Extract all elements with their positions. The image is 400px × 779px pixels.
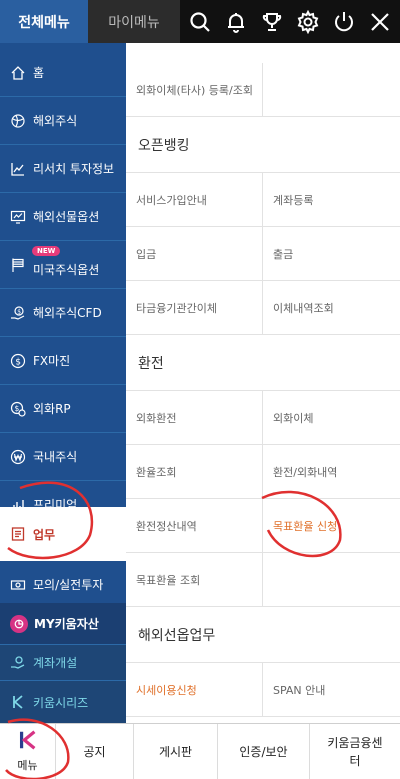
- close-icon[interactable]: [365, 7, 395, 37]
- sidebar-item-label: MY키움자산: [34, 617, 99, 631]
- won-circle-icon: [10, 449, 26, 465]
- money-icon: [10, 577, 26, 593]
- sidebar-item-label: 국내주식: [33, 450, 78, 464]
- nav-board[interactable]: 게시판: [134, 724, 218, 779]
- sidebar-item-work[interactable]: 업무: [0, 507, 126, 561]
- sidebar-item-my-assets[interactable]: MY키움자산: [0, 603, 126, 645]
- sidebar-item-label: 해외선물옵션: [33, 210, 100, 224]
- menu-empty-cell: [263, 553, 400, 606]
- dollar-circle-icon: $: [10, 353, 26, 369]
- bell-icon[interactable]: [221, 7, 251, 37]
- menu-withdraw[interactable]: 출금: [263, 227, 400, 280]
- sidebar-item-label: 모의/실전투자: [33, 578, 104, 592]
- sidebar-item-label: 미국주식옵션: [33, 263, 100, 277]
- menu-exchange-settlement[interactable]: 환전정산내역: [126, 499, 263, 552]
- menu-button[interactable]: 메뉴: [0, 724, 56, 779]
- nav-financial-center[interactable]: 키움금융센터: [310, 724, 400, 779]
- nav-auth-security[interactable]: 인증/보안: [218, 724, 310, 779]
- chart-line-icon: [10, 161, 26, 177]
- tab-my-menu[interactable]: 마이메뉴: [88, 0, 180, 43]
- sidebar-item-research[interactable]: 리서치 투자정보: [0, 145, 126, 193]
- menu-interbank-transfer[interactable]: 타금융기관간이체: [126, 281, 263, 334]
- menu-transfer-history[interactable]: 이체내역조회: [263, 281, 400, 334]
- sidebar-item-cfd[interactable]: $ 해외주식CFD: [0, 289, 126, 337]
- menu-target-rate-apply[interactable]: 목표환율 신청: [263, 499, 400, 552]
- menu-rate-inquiry[interactable]: 환율조회: [126, 445, 263, 498]
- menu-quote-subscription[interactable]: 시세이용신청: [126, 663, 263, 716]
- pie-icon: [10, 614, 28, 633]
- menu-span-guide[interactable]: SPAN 안내: [263, 663, 400, 716]
- top-bar: 전체메뉴 마이메뉴: [0, 0, 400, 43]
- table-row: 입금 출금: [126, 227, 400, 281]
- menu-deposit[interactable]: 입금: [126, 227, 263, 280]
- table-row: 서비스가입안내 계좌등록: [126, 173, 400, 227]
- table-row: 외화환전 외화이체: [126, 391, 400, 445]
- menu-foreign-transfer-register[interactable]: 외화이체(타사) 등록/조회: [126, 63, 263, 116]
- menu-target-rate-inquiry[interactable]: 목표환율 조회: [126, 553, 263, 606]
- sidebar-item-label: 외화RP: [33, 402, 71, 416]
- table-row: 시세이용신청 SPAN 안내: [126, 663, 400, 717]
- menu-exchange-history[interactable]: 환전/외화내역: [263, 445, 400, 498]
- sidebar-item-kiwoom-series[interactable]: 키움시리즈: [0, 681, 126, 723]
- menu-currency-exchange[interactable]: 외화환전: [126, 391, 263, 444]
- monitor-chart-icon: [10, 209, 26, 225]
- document-icon: [10, 526, 26, 542]
- kiwoom-logo-icon: [17, 729, 39, 757]
- sidebar: 홈 해외주식 리서치 투자정보 해외선물옵션 NEW 미국주식옵션 $ 해외주식…: [0, 43, 126, 723]
- sidebar-item-domestic-stock[interactable]: 국내주식: [0, 433, 126, 481]
- sidebar-item-label: 리서치 투자정보: [33, 162, 115, 176]
- sidebar-item-fx-margin[interactable]: $ FX마진: [0, 337, 126, 385]
- globe-icon: [10, 113, 26, 129]
- table-row: 외화이체(타사) 등록/조회: [126, 63, 400, 117]
- menu-content: 외화이체(타사) 등록/조회 오픈뱅킹 서비스가입안내 계좌등록 입금 출금 타…: [126, 43, 400, 723]
- sidebar-item-label: 해외주식CFD: [33, 306, 102, 320]
- k-icon: [10, 694, 26, 710]
- top-icons: [180, 0, 400, 43]
- sidebar-item-label: FX마진: [33, 354, 71, 368]
- section-title-exchange: 환전: [126, 335, 400, 391]
- sidebar-item-foreign-rp[interactable]: $ 외화RP: [0, 385, 126, 433]
- svg-text:$: $: [15, 357, 21, 367]
- search-icon[interactable]: [185, 7, 215, 37]
- bottom-nav: 메뉴 공지 게시판 인증/보안 키움금융센터: [0, 723, 400, 779]
- section-title-overseas-futures: 해외선옵업무: [126, 607, 400, 663]
- menu-service-guide[interactable]: 서비스가입안내: [126, 173, 263, 226]
- sidebar-item-overseas-stock[interactable]: 해외주식: [0, 97, 126, 145]
- section-title-open-banking: 오픈뱅킹: [126, 117, 400, 173]
- sidebar-item-label: 해외주식: [33, 114, 78, 128]
- sidebar-item-us-options[interactable]: NEW 미국주식옵션: [0, 241, 126, 289]
- menu-label: 메뉴: [17, 759, 38, 772]
- flag-icon: [10, 257, 26, 273]
- menu-empty-cell: [263, 63, 400, 116]
- menu-account-register[interactable]: 계좌등록: [263, 173, 400, 226]
- power-icon[interactable]: [329, 7, 359, 37]
- gear-icon[interactable]: [293, 7, 323, 37]
- table-row: 타금융기관간이체 이체내역조회: [126, 281, 400, 335]
- sidebar-item-mock-trading[interactable]: 모의/실전투자: [0, 561, 126, 609]
- table-row: 목표환율 조회: [126, 553, 400, 607]
- hand-icon: [10, 655, 26, 671]
- sidebar-item-label: 계좌개설: [33, 656, 78, 670]
- sidebar-item-futures-options[interactable]: 해외선물옵션: [0, 193, 126, 241]
- svg-text:$: $: [17, 308, 21, 315]
- sidebar-item-label: 키움시리즈: [33, 695, 89, 710]
- nav-notice[interactable]: 공지: [56, 724, 134, 779]
- table-row: 환율조회 환전/외화내역: [126, 445, 400, 499]
- dollar-clock-icon: $: [10, 401, 26, 417]
- sidebar-item-label: 홈: [33, 66, 45, 80]
- home-icon: [10, 65, 26, 81]
- trophy-icon[interactable]: [257, 7, 287, 37]
- new-badge: NEW: [32, 246, 61, 256]
- sidebar-item-label: 업무: [33, 527, 56, 542]
- sidebar-item-home[interactable]: 홈: [0, 49, 126, 97]
- menu-foreign-transfer[interactable]: 외화이체: [263, 391, 400, 444]
- table-row: 환전정산내역 목표환율 신청: [126, 499, 400, 553]
- tab-all-menu[interactable]: 전체메뉴: [0, 0, 88, 43]
- dollar-hand-icon: $: [10, 305, 26, 321]
- sidebar-item-account-open[interactable]: 계좌개설: [0, 645, 126, 681]
